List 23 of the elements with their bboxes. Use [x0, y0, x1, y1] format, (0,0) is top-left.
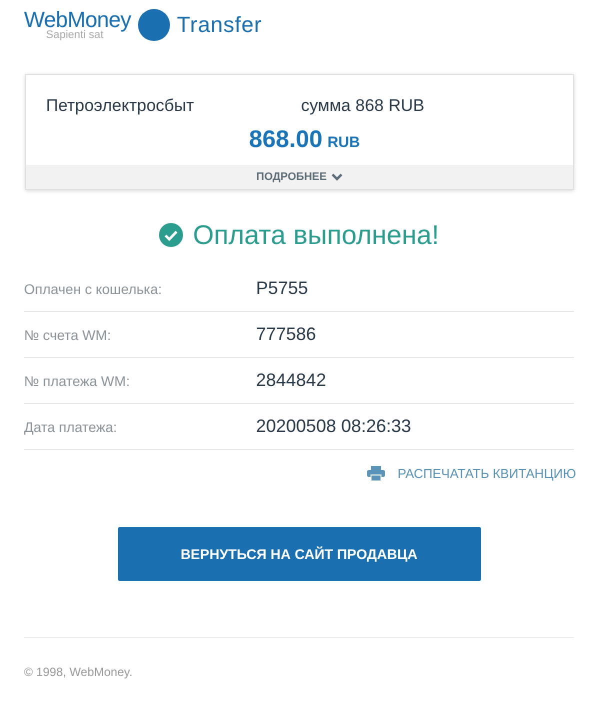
detail-label: № счета WM: — [24, 326, 112, 342]
detail-value: 2844842 — [256, 370, 326, 391]
printer-icon — [366, 466, 385, 481]
product-name: Transfer — [176, 12, 262, 38]
copyright: © 1998, WebMoney. — [24, 665, 134, 679]
merchant-name: Петроэлектросбыт — [46, 96, 196, 116]
detail-label: № платежа WM: — [24, 372, 131, 388]
currency: RUB — [327, 134, 360, 151]
detail-value: 777586 — [256, 324, 316, 345]
print-receipt-link[interactable]: РАСПЕЧАТАТЬ КВИТАНЦИЮ — [366, 466, 576, 481]
details-toggle[interactable]: ПОДРОБНЕЕ — [26, 165, 573, 189]
success-message: Оплата выполнена! — [192, 220, 440, 250]
chevron-down-icon — [330, 173, 343, 181]
detail-value: P5755 — [256, 278, 308, 299]
brand-name: WebMoney — [24, 9, 131, 31]
amount: 868.00 — [249, 126, 322, 154]
payment-description: сумма 868 RUB — [301, 96, 424, 116]
detail-label: Оплачен с кошелька: — [24, 280, 163, 296]
detail-label: Дата платежа: — [24, 418, 118, 434]
brand-tagline: Sapienti sat — [46, 30, 104, 41]
check-circle-icon — [158, 223, 183, 247]
return-to-seller-button[interactable]: ВЕРНУТЬСЯ НА САЙТ ПРОДАВЦА — [118, 527, 480, 581]
detail-value: 20200508 08:26:33 — [256, 416, 412, 437]
